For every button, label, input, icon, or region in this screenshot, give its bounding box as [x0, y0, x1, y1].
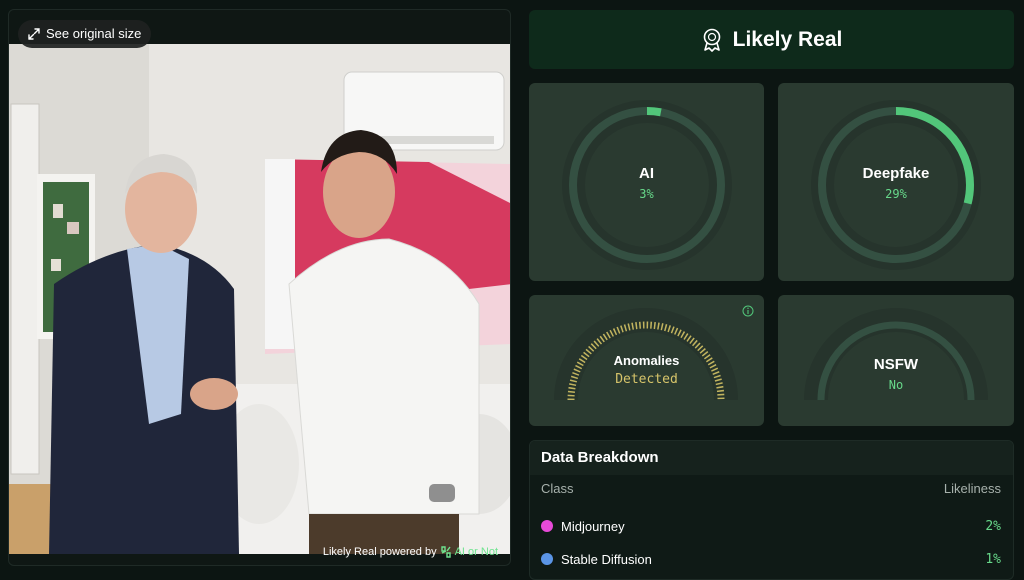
breakdown-column-headers: Class Likeliness [541, 481, 1001, 496]
data-breakdown-panel: Data Breakdown Class Likeliness Midjourn… [529, 440, 1014, 580]
anomalies-value: Detected [615, 372, 678, 387]
info-icon[interactable] [742, 305, 754, 317]
breakdown-row: Midjourney 2% [541, 516, 1001, 536]
verdict-banner: Likely Real [529, 10, 1014, 69]
ai-score-value: 3% [639, 187, 654, 201]
column-header-class: Class [541, 481, 574, 496]
data-breakdown-title: Data Breakdown [530, 441, 1013, 475]
breakdown-row-value: 2% [985, 518, 1001, 534]
ai-score-title: AI [639, 165, 654, 182]
powered-by-prefix: Likely Real powered by [322, 546, 437, 558]
photo-illustration [9, 44, 510, 554]
ai-score-gauge [562, 100, 732, 270]
see-original-size-button[interactable]: See original size [18, 20, 152, 48]
class-color-dot [541, 553, 553, 565]
breakdown-row: Stable Diffusion 1% [541, 549, 1001, 569]
breakdown-row-name: Midjourney [561, 518, 625, 534]
class-color-dot [541, 520, 553, 532]
see-original-size-label: See original size [46, 26, 142, 41]
ai-score-card[interactable]: AI 3% [529, 83, 764, 281]
image-preview-panel: See original size Likely Real powered by… [8, 9, 511, 566]
deepfake-score-gauge [811, 100, 981, 270]
award-badge-icon [703, 28, 720, 52]
deepfake-score-card[interactable]: Deepfake 29% [778, 83, 1014, 281]
anomalies-card[interactable]: Anomalies Detected [529, 295, 764, 426]
powered-by-credit: Likely Real powered by AI or Not [323, 546, 498, 558]
column-header-likeliness: Likeliness [943, 481, 1001, 496]
powered-by-brand[interactable]: AI or Not [455, 546, 498, 558]
breakdown-row-name: Stable Diffusion [561, 551, 652, 567]
breakdown-row-class: Midjourney [541, 519, 625, 534]
breakdown-row-value: 1% [985, 551, 1001, 567]
breakdown-row-class: Stable Diffusion [541, 552, 652, 567]
expand-icon [28, 28, 40, 40]
nsfw-value: No [888, 378, 904, 392]
uploaded-photo[interactable] [9, 44, 510, 554]
ai-or-not-logo-icon [440, 546, 451, 558]
anomalies-title: Anomalies [613, 353, 680, 368]
nsfw-title: NSFW [873, 356, 919, 373]
deepfake-score-title: Deepfake [862, 165, 930, 182]
verdict-label: Likely Real [732, 27, 843, 51]
nsfw-card[interactable]: NSFW No [778, 295, 1014, 426]
deepfake-score-value: 29% [885, 187, 907, 201]
